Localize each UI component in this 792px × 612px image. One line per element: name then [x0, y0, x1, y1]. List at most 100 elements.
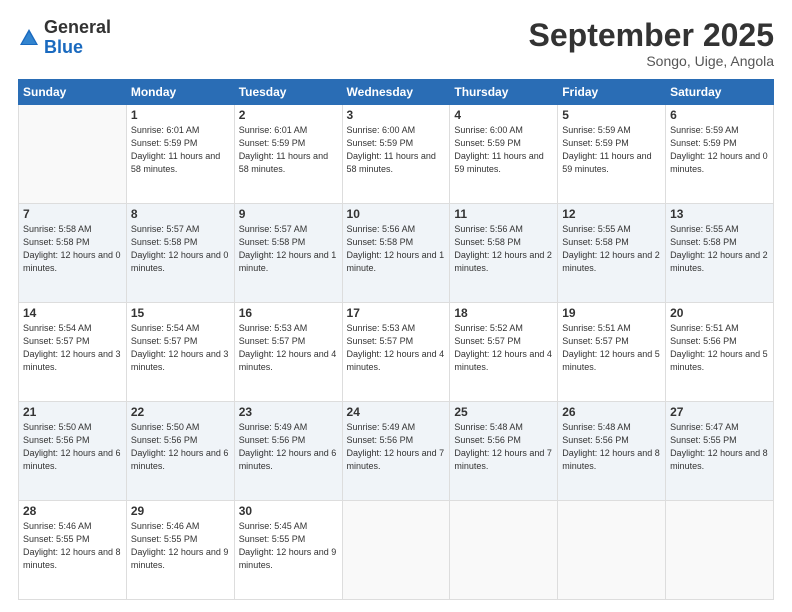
- day-number: 24: [347, 405, 446, 419]
- logo: General Blue: [18, 18, 111, 58]
- day-number: 18: [454, 306, 553, 320]
- table-row: 25 Sunrise: 5:48 AM Sunset: 5:56 PM Dayli…: [450, 402, 558, 501]
- calendar-week-row: 21 Sunrise: 5:50 AM Sunset: 5:56 PM Dayli…: [19, 402, 774, 501]
- logo-general: General: [44, 18, 111, 38]
- calendar-table: Sunday Monday Tuesday Wednesday Thursday…: [18, 79, 774, 600]
- logo-text: General Blue: [44, 18, 111, 58]
- table-row: 2 Sunrise: 6:01 AM Sunset: 5:59 PM Daylig…: [234, 105, 342, 204]
- day-number: 17: [347, 306, 446, 320]
- day-number: 28: [23, 504, 122, 518]
- table-row: 20 Sunrise: 5:51 AM Sunset: 5:56 PM Dayli…: [666, 303, 774, 402]
- day-info: Sunrise: 5:55 AM Sunset: 5:58 PM Dayligh…: [562, 223, 661, 275]
- col-sunday: Sunday: [19, 80, 127, 105]
- col-wednesday: Wednesday: [342, 80, 450, 105]
- day-number: 19: [562, 306, 661, 320]
- table-row: 26 Sunrise: 5:48 AM Sunset: 5:56 PM Dayli…: [558, 402, 666, 501]
- table-row: 22Sunrise: 5:50 AM Sunset: 5:56 PM Dayli…: [126, 402, 234, 501]
- table-row: 7 Sunrise: 5:58 AM Sunset: 5:58 PM Daylig…: [19, 204, 127, 303]
- day-number: 2: [239, 108, 338, 122]
- calendar-week-row: 28 Sunrise: 5:46 AM Sunset: 5:55 PM Dayli…: [19, 501, 774, 600]
- day-info: Sunrise: 6:01 AM Sunset: 5:59 PM Dayligh…: [239, 124, 338, 176]
- day-info: Sunrise: 5:57 AM Sunset: 5:58 PM Dayligh…: [239, 223, 338, 275]
- table-row: 14Sunrise: 5:54 AM Sunset: 5:57 PM Dayli…: [19, 303, 127, 402]
- location: Songo, Uige, Angola: [529, 53, 774, 69]
- day-number: 16: [239, 306, 338, 320]
- day-info: Sunrise: 5:55 AM Sunset: 5:58 PM Dayligh…: [670, 223, 769, 275]
- day-number: 23: [239, 405, 338, 419]
- day-info: Sunrise: 6:01 AM Sunset: 5:59 PM Dayligh…: [131, 124, 230, 176]
- day-info: Sunrise: 5:59 AM Sunset: 5:59 PM Dayligh…: [562, 124, 661, 176]
- day-info: Sunrise: 5:56 AM Sunset: 5:58 PM Dayligh…: [454, 223, 553, 275]
- day-number: 9: [239, 207, 338, 221]
- day-number: 15: [131, 306, 230, 320]
- table-row: 19Sunrise: 5:51 AM Sunset: 5:57 PM Dayli…: [558, 303, 666, 402]
- table-row: 10 Sunrise: 5:56 AM Sunset: 5:58 PM Dayli…: [342, 204, 450, 303]
- day-number: 29: [131, 504, 230, 518]
- day-number: 1: [131, 108, 230, 122]
- table-row: 6Sunrise: 5:59 AM Sunset: 5:59 PM Daylig…: [666, 105, 774, 204]
- day-info: Sunrise: 6:00 AM Sunset: 5:59 PM Dayligh…: [347, 124, 446, 176]
- title-block: September 2025 Songo, Uige, Angola: [529, 18, 774, 69]
- day-number: 30: [239, 504, 338, 518]
- day-info: Sunrise: 5:50 AM Sunset: 5:56 PM Dayligh…: [23, 421, 122, 473]
- table-row: 8Sunrise: 5:57 AM Sunset: 5:58 PM Daylig…: [126, 204, 234, 303]
- table-row: 23Sunrise: 5:49 AM Sunset: 5:56 PM Dayli…: [234, 402, 342, 501]
- table-row: 18Sunrise: 5:52 AM Sunset: 5:57 PM Dayli…: [450, 303, 558, 402]
- day-number: 27: [670, 405, 769, 419]
- day-info: Sunrise: 5:46 AM Sunset: 5:55 PM Dayligh…: [23, 520, 122, 572]
- calendar-week-row: 14Sunrise: 5:54 AM Sunset: 5:57 PM Dayli…: [19, 303, 774, 402]
- table-row: 12 Sunrise: 5:55 AM Sunset: 5:58 PM Dayli…: [558, 204, 666, 303]
- day-info: Sunrise: 5:48 AM Sunset: 5:56 PM Dayligh…: [454, 421, 553, 473]
- table-row: 13 Sunrise: 5:55 AM Sunset: 5:58 PM Dayli…: [666, 204, 774, 303]
- table-row: 27 Sunrise: 5:47 AM Sunset: 5:55 PM Dayli…: [666, 402, 774, 501]
- day-info: Sunrise: 5:58 AM Sunset: 5:58 PM Dayligh…: [23, 223, 122, 275]
- calendar-week-row: 1 Sunrise: 6:01 AM Sunset: 5:59 PM Daylig…: [19, 105, 774, 204]
- table-row: 28 Sunrise: 5:46 AM Sunset: 5:55 PM Dayli…: [19, 501, 127, 600]
- col-thursday: Thursday: [450, 80, 558, 105]
- table-row: 21 Sunrise: 5:50 AM Sunset: 5:56 PM Dayli…: [19, 402, 127, 501]
- day-info: Sunrise: 5:49 AM Sunset: 5:56 PM Dayligh…: [347, 421, 446, 473]
- table-row: 16 Sunrise: 5:53 AM Sunset: 5:57 PM Dayli…: [234, 303, 342, 402]
- day-number: 7: [23, 207, 122, 221]
- table-row: 30 Sunrise: 5:45 AM Sunset: 5:55 PM Dayli…: [234, 501, 342, 600]
- day-number: 10: [347, 207, 446, 221]
- day-number: 4: [454, 108, 553, 122]
- day-number: 22: [131, 405, 230, 419]
- table-row: 3 Sunrise: 6:00 AM Sunset: 5:59 PM Daylig…: [342, 105, 450, 204]
- day-info: Sunrise: 5:46 AM Sunset: 5:55 PM Dayligh…: [131, 520, 230, 572]
- day-info: Sunrise: 5:47 AM Sunset: 5:55 PM Dayligh…: [670, 421, 769, 473]
- logo-icon: [18, 27, 40, 49]
- col-monday: Monday: [126, 80, 234, 105]
- day-number: 21: [23, 405, 122, 419]
- table-row: [342, 501, 450, 600]
- day-info: Sunrise: 5:54 AM Sunset: 5:57 PM Dayligh…: [23, 322, 122, 374]
- col-saturday: Saturday: [666, 80, 774, 105]
- col-friday: Friday: [558, 80, 666, 105]
- logo-blue: Blue: [44, 38, 111, 58]
- table-row: 5Sunrise: 5:59 AM Sunset: 5:59 PM Daylig…: [558, 105, 666, 204]
- table-row: [450, 501, 558, 600]
- page: General Blue September 2025 Songo, Uige,…: [0, 0, 792, 612]
- day-number: 12: [562, 207, 661, 221]
- day-number: 13: [670, 207, 769, 221]
- header: General Blue September 2025 Songo, Uige,…: [18, 18, 774, 69]
- day-number: 11: [454, 207, 553, 221]
- day-number: 8: [131, 207, 230, 221]
- day-number: 20: [670, 306, 769, 320]
- day-info: Sunrise: 5:56 AM Sunset: 5:58 PM Dayligh…: [347, 223, 446, 275]
- day-info: Sunrise: 5:53 AM Sunset: 5:57 PM Dayligh…: [239, 322, 338, 374]
- table-row: [558, 501, 666, 600]
- table-row: 1 Sunrise: 6:01 AM Sunset: 5:59 PM Daylig…: [126, 105, 234, 204]
- day-info: Sunrise: 5:45 AM Sunset: 5:55 PM Dayligh…: [239, 520, 338, 572]
- day-info: Sunrise: 5:53 AM Sunset: 5:57 PM Dayligh…: [347, 322, 446, 374]
- day-info: Sunrise: 5:59 AM Sunset: 5:59 PM Dayligh…: [670, 124, 769, 176]
- table-row: 9 Sunrise: 5:57 AM Sunset: 5:58 PM Daylig…: [234, 204, 342, 303]
- day-number: 26: [562, 405, 661, 419]
- day-info: Sunrise: 5:48 AM Sunset: 5:56 PM Dayligh…: [562, 421, 661, 473]
- month-title: September 2025: [529, 18, 774, 53]
- day-number: 3: [347, 108, 446, 122]
- day-info: Sunrise: 5:51 AM Sunset: 5:56 PM Dayligh…: [670, 322, 769, 374]
- col-tuesday: Tuesday: [234, 80, 342, 105]
- table-row: 15Sunrise: 5:54 AM Sunset: 5:57 PM Dayli…: [126, 303, 234, 402]
- day-number: 25: [454, 405, 553, 419]
